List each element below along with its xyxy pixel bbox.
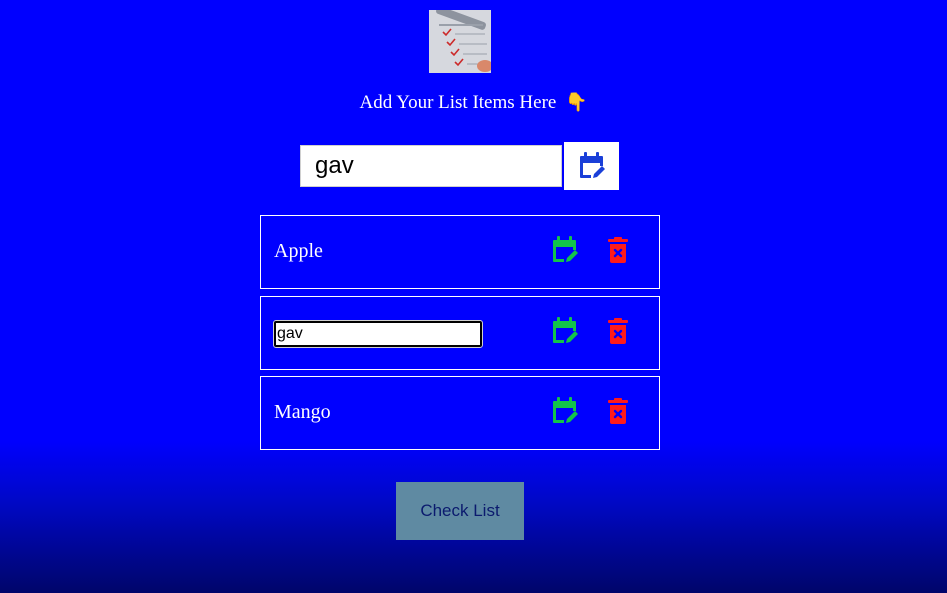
edit-item-button[interactable] bbox=[551, 236, 579, 266]
edit-item-button[interactable] bbox=[551, 317, 579, 347]
checklist-logo-image bbox=[429, 10, 491, 73]
trash-x-icon bbox=[608, 317, 628, 344]
trash-x-icon bbox=[608, 236, 628, 263]
delete-item-button[interactable] bbox=[607, 236, 629, 266]
calendar-edit-icon bbox=[553, 397, 578, 423]
checklist-photo-icon bbox=[429, 10, 491, 73]
check-list-button[interactable]: Check List bbox=[396, 482, 524, 540]
calendar-edit-icon bbox=[553, 236, 578, 262]
page-heading: Add Your List Items Here 👇 bbox=[0, 92, 947, 114]
page-title: Add Your List Items Here bbox=[359, 92, 557, 113]
delete-item-button[interactable] bbox=[607, 317, 629, 347]
list-item: Mango bbox=[260, 376, 660, 450]
list-item: Apple bbox=[260, 215, 660, 289]
calendar-edit-icon bbox=[579, 152, 605, 178]
list-item-label: Apple bbox=[274, 240, 323, 262]
item-input[interactable] bbox=[300, 145, 562, 187]
add-item-button[interactable] bbox=[564, 142, 619, 190]
trash-x-icon bbox=[608, 397, 628, 424]
delete-item-button[interactable] bbox=[607, 397, 629, 427]
list-item-label: Mango bbox=[274, 401, 331, 423]
pointing-down-hand-icon: 👇 bbox=[565, 92, 588, 113]
edit-item-input[interactable] bbox=[273, 320, 483, 348]
edit-item-button[interactable] bbox=[551, 397, 579, 427]
calendar-edit-icon bbox=[553, 317, 578, 343]
list-item bbox=[260, 296, 660, 370]
